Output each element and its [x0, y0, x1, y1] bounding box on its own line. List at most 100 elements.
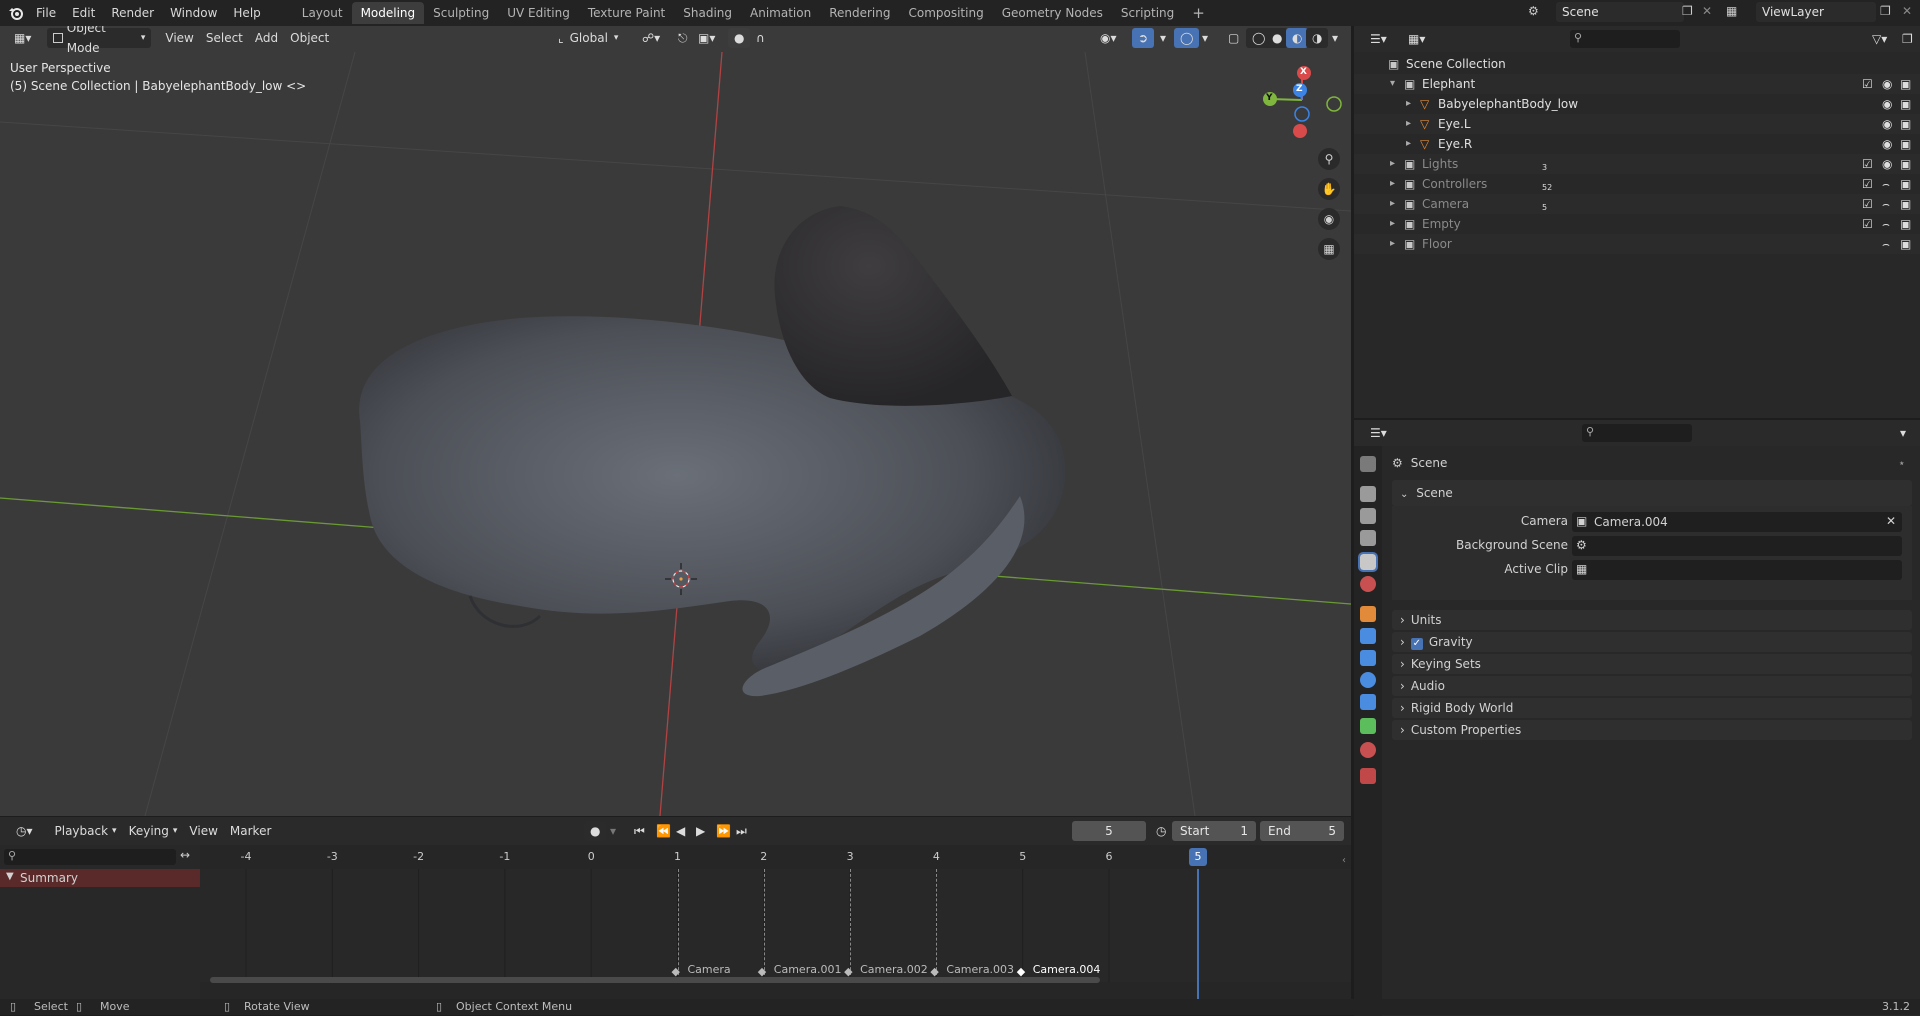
properties-search-input[interactable]: ⚲ [1582, 424, 1692, 442]
menu-timeline-view[interactable]: View [183, 821, 223, 841]
expand-arrow-icon[interactable]: ▸ [1390, 154, 1395, 174]
marker-camera-icon[interactable]: ◆ [672, 965, 680, 978]
eye-icon[interactable]: ◉ [1882, 154, 1892, 174]
tab-animation[interactable]: Animation [741, 2, 820, 24]
jump-end-button[interactable]: ⏭ [730, 821, 753, 841]
marker-camera-icon[interactable]: ◆ [844, 965, 852, 978]
outliner-row[interactable]: ▸ ▣ Controllers 52 ☑ ⌢ ▣ [1354, 174, 1920, 194]
expand-arrow-icon[interactable]: ▸ [1406, 134, 1411, 154]
zoom-icon[interactable]: ⚲ [1318, 148, 1340, 170]
expand-arrow-icon[interactable]: ▸ [1390, 234, 1395, 254]
preview-range-icon[interactable]: ◷ [1150, 821, 1172, 841]
eye-icon[interactable]: ⌢ [1882, 194, 1890, 214]
texture-tab-icon[interactable] [1360, 768, 1376, 784]
pin-icon[interactable]: ⋆ [1898, 456, 1906, 470]
expand-arrow-icon[interactable]: ▾ [1390, 74, 1395, 94]
panel-rigid-body-world[interactable]: › Rigid Body World [1392, 698, 1912, 718]
panel-gravity[interactable]: › ✓ Gravity [1392, 632, 1912, 652]
eye-icon[interactable]: ◉ [1882, 94, 1892, 114]
data-tab-icon[interactable] [1360, 718, 1376, 734]
output-tab-icon[interactable] [1360, 508, 1376, 524]
overlay-dropdown-icon[interactable]: ▾ [1196, 28, 1214, 48]
channel-search-input[interactable]: ⚲ [4, 849, 176, 865]
properties-options-icon[interactable]: ▾ [1894, 423, 1912, 443]
pan-hand-icon[interactable]: ✋ [1318, 178, 1340, 200]
render-camera-icon[interactable]: ▣ [1900, 74, 1911, 94]
filter-icon[interactable]: ▽▾ [1866, 29, 1893, 49]
marker-label[interactable]: Camera.003 [946, 963, 1014, 976]
gizmo-y-label[interactable]: Y [1266, 93, 1273, 103]
playhead-line[interactable] [1197, 869, 1199, 999]
tab-modeling[interactable]: Modeling [351, 2, 425, 24]
menu-marker[interactable]: Marker [224, 821, 277, 841]
panel-keying-sets[interactable]: › Keying Sets [1392, 654, 1912, 674]
tab-shading[interactable]: Shading [674, 2, 741, 24]
end-frame-field[interactable]: End 5 [1260, 821, 1344, 841]
outliner-row[interactable]: ▸ ▣ Empty ☑ ⌢ ▣ [1354, 214, 1920, 234]
marker-camera-icon[interactable]: ◆ [758, 965, 766, 978]
render-camera-icon[interactable]: ▣ [1900, 174, 1911, 194]
menu-edit[interactable]: Edit [64, 0, 103, 26]
tab-uv-editing[interactable]: UV Editing [498, 2, 579, 24]
particles-tab-icon[interactable] [1360, 650, 1376, 666]
snap-target-icon[interactable]: ▣▾ [692, 28, 721, 48]
menu-add[interactable]: Add [249, 28, 284, 48]
render-camera-icon[interactable]: ▣ [1900, 234, 1911, 254]
eye-icon[interactable]: ⌢ [1882, 234, 1890, 254]
transform-orientation-selector[interactable]: ⌞ Global ▾ [552, 28, 624, 48]
menu-select[interactable]: Select [200, 28, 249, 48]
current-frame-field[interactable]: 5 [1072, 821, 1146, 841]
render-camera-icon[interactable]: ▣ [1900, 134, 1911, 154]
world-tab-icon[interactable] [1360, 576, 1376, 592]
outliner-row[interactable]: ▸ ▽ Eye.R ◉ ▣ [1354, 134, 1920, 154]
view-layer-selector[interactable]: ViewLayer [1756, 2, 1876, 22]
active-clip-field[interactable]: ▦ [1572, 560, 1902, 580]
new-view-layer-icon[interactable]: ❐ [1880, 4, 1891, 18]
new-collection-icon[interactable]: ❐ [1896, 29, 1919, 49]
tab-rendering[interactable]: Rendering [820, 2, 899, 24]
play-button[interactable]: ▶ [690, 821, 711, 841]
marker-label[interactable]: Camera [688, 963, 731, 976]
menu-view[interactable]: View [159, 28, 199, 48]
proportional-edit-icon[interactable]: ● [728, 28, 751, 48]
tool-tab-icon[interactable] [1360, 456, 1376, 472]
scene-panel-header[interactable]: ⌄ Scene [1392, 480, 1912, 506]
gizmo-z-label[interactable]: Z [1296, 84, 1303, 94]
timeline-editor-type-icon[interactable]: ◷▾ [10, 821, 39, 841]
physics-tab-icon[interactable] [1360, 672, 1376, 688]
eye-icon[interactable]: ◉ [1882, 114, 1892, 134]
blender-logo-icon[interactable] [0, 0, 28, 26]
object-tab-icon[interactable] [1360, 606, 1376, 622]
render-camera-icon[interactable]: ▣ [1900, 214, 1911, 234]
exclude-checkbox[interactable]: ☑ [1862, 194, 1873, 214]
swap-arrows-icon[interactable]: ↔ [180, 848, 190, 862]
snap-icon[interactable]: ⎋ [672, 28, 694, 48]
menu-object[interactable]: Object [284, 28, 335, 48]
camera-field[interactable]: ▣ Camera.004 ✕ [1572, 512, 1902, 532]
camera-view-icon[interactable]: ◉ [1318, 208, 1340, 230]
panel-units[interactable]: › Units [1392, 610, 1912, 630]
outliner-row[interactable]: ▸ ▽ BabyelephantBody_low ◉ ▣ [1354, 94, 1920, 114]
eye-icon[interactable]: ◉ [1882, 74, 1892, 94]
visibility-selector-icon[interactable]: ◉▾ [1094, 28, 1123, 48]
expand-arrow-icon[interactable]: ▸ [1390, 194, 1395, 214]
marker-camera-icon[interactable]: ◆ [1017, 965, 1025, 978]
start-frame-field[interactable]: Start 1 [1172, 821, 1256, 841]
delete-view-layer-icon[interactable]: ✕ [1902, 4, 1912, 18]
scene-selector[interactable]: Scene [1556, 2, 1684, 22]
background-scene-field[interactable]: ⚙ [1572, 536, 1902, 556]
exclude-checkbox[interactable]: ☑ [1862, 74, 1873, 94]
render-camera-icon[interactable]: ▣ [1900, 94, 1911, 114]
menu-help[interactable]: Help [225, 0, 268, 26]
scene-tab-icon[interactable] [1358, 552, 1378, 572]
mode-selector[interactable]: Object Mode ▾ [47, 26, 152, 55]
xray-toggle-icon[interactable]: ▢ [1222, 28, 1245, 48]
expand-arrow-icon[interactable]: ▸ [1406, 94, 1411, 114]
render-camera-icon[interactable]: ▣ [1900, 194, 1911, 214]
delete-scene-icon[interactable]: ✕ [1702, 4, 1712, 18]
menu-file[interactable]: File [28, 0, 64, 26]
material-tab-icon[interactable] [1360, 742, 1376, 758]
marker-camera-icon[interactable]: ◆ [930, 965, 938, 978]
clear-camera-icon[interactable]: ✕ [1886, 514, 1896, 528]
outliner-search-input[interactable]: ⚲ [1570, 30, 1680, 48]
